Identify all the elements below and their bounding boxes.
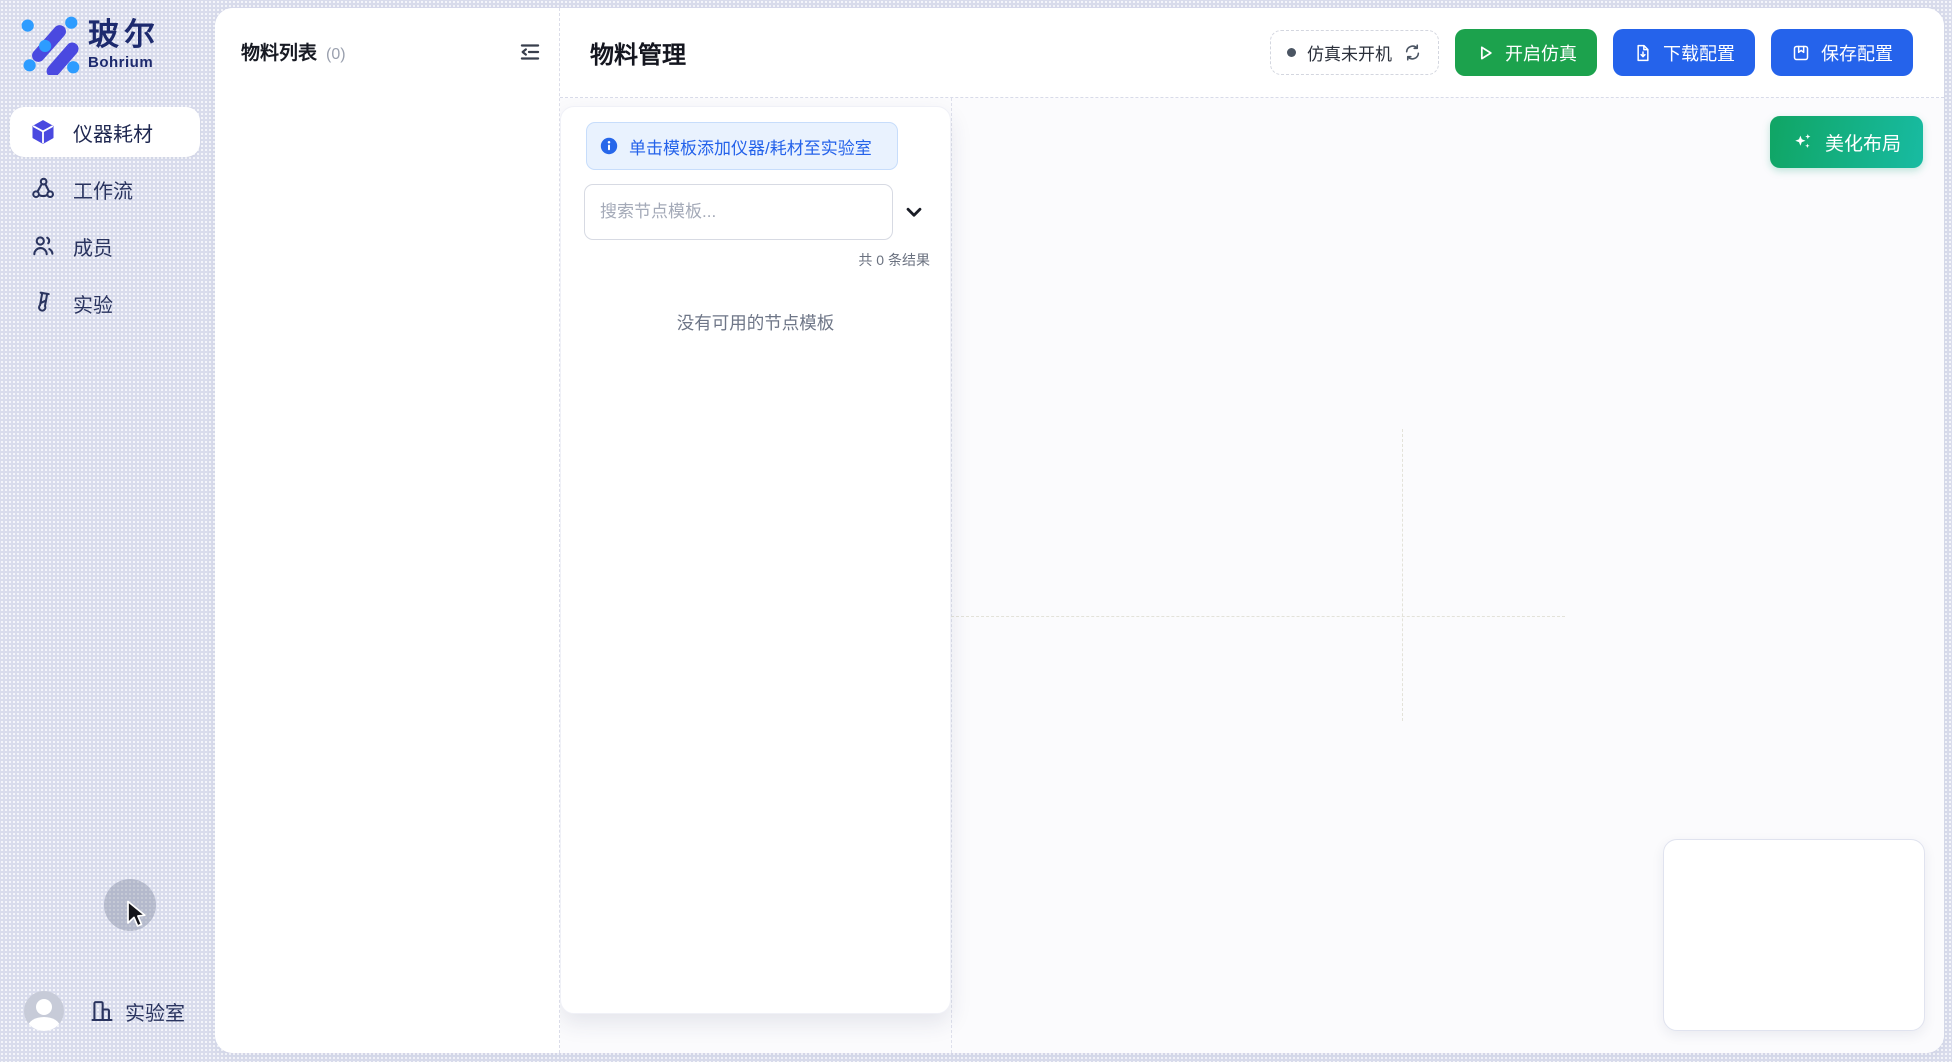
page-title: 物料管理 — [590, 35, 686, 70]
sidebar: 玻尔 Bohrium 仪器耗材 — [0, 0, 215, 1062]
collapse-panel-icon[interactable] — [517, 39, 543, 65]
canvas-guide-line — [1402, 429, 1403, 721]
bohrium-logo-icon — [18, 13, 80, 75]
status-dot-icon — [1287, 48, 1296, 57]
canvas-guide-line — [951, 616, 1565, 617]
template-hint-text: 单击模板添加仪器/耗材至实验室 — [629, 134, 872, 159]
header-actions: 仿真未开机 开启仿真 — [1270, 29, 1913, 76]
main-card: 物料列表 (0) 物料管理 仿真未开机 — [215, 8, 1944, 1053]
building-icon — [89, 998, 115, 1024]
content-column: 物料管理 仿真未开机 开启仿真 — [560, 8, 1944, 1053]
flow-canvas[interactable]: 单击模板添加仪器/耗材至实验室 共 0 条结果 没有可用的节点模板 美化布局 — [560, 98, 1944, 1053]
sidebar-item-label: 实验 — [73, 289, 113, 318]
empty-templates-text: 没有可用的节点模板 — [561, 310, 950, 335]
info-icon — [600, 137, 618, 155]
sidebar-item-instruments[interactable]: 仪器耗材 — [10, 107, 200, 157]
search-input[interactable] — [584, 184, 893, 240]
user-avatar[interactable] — [24, 991, 64, 1031]
sidebar-item-workflow[interactable]: 工作流 — [10, 164, 200, 214]
test-tube-icon — [30, 290, 56, 316]
node-template-panel: 单击模板添加仪器/耗材至实验室 共 0 条结果 没有可用的节点模板 — [560, 106, 951, 1014]
lab-switcher[interactable]: 实验室 — [89, 997, 185, 1026]
beautify-layout-label: 美化布局 — [1825, 129, 1901, 156]
canvas-guide-line — [951, 98, 952, 1053]
lab-label: 实验室 — [125, 997, 185, 1026]
save-config-button[interactable]: 保存配置 — [1771, 29, 1913, 76]
download-config-button[interactable]: 下载配置 — [1613, 29, 1755, 76]
material-list-header: 物料列表 (0) — [215, 8, 559, 65]
sidebar-footer: 实验室 — [24, 991, 185, 1031]
simulation-status-label: 仿真未开机 — [1307, 40, 1392, 65]
material-list-panel: 物料列表 (0) — [215, 8, 560, 1053]
beautify-layout-button[interactable]: 美化布局 — [1770, 116, 1923, 168]
refresh-icon[interactable] — [1403, 43, 1422, 62]
simulation-status-pill[interactable]: 仿真未开机 — [1270, 30, 1439, 75]
chevron-down-icon[interactable] — [901, 199, 929, 227]
sidebar-item-members[interactable]: 成员 — [10, 221, 200, 271]
sidebar-item-label: 工作流 — [73, 175, 133, 204]
sidebar-item-label: 仪器耗材 — [73, 118, 153, 147]
save-config-label: 保存配置 — [1821, 40, 1893, 66]
material-list-count: (0) — [326, 46, 346, 64]
file-download-icon — [1633, 43, 1653, 63]
brand-logo: 玻尔 Bohrium — [18, 13, 160, 75]
play-icon — [1475, 43, 1495, 63]
start-simulation-button[interactable]: 开启仿真 — [1455, 29, 1597, 76]
cube-icon — [30, 119, 56, 145]
mouse-cursor — [126, 900, 150, 930]
minimap[interactable] — [1663, 839, 1925, 1031]
save-icon — [1791, 43, 1811, 63]
sidebar-item-experiments[interactable]: 实验 — [10, 278, 200, 328]
start-simulation-label: 开启仿真 — [1505, 40, 1577, 66]
workflow-icon — [30, 176, 56, 202]
sparkles-icon — [1792, 131, 1814, 153]
brand-name-en: Bohrium — [88, 55, 160, 70]
users-icon — [30, 233, 56, 259]
material-list-title: 物料列表 — [241, 38, 317, 65]
sidebar-nav: 仪器耗材 工作流 — [0, 107, 215, 335]
download-config-label: 下载配置 — [1663, 40, 1735, 66]
template-hint-banner: 单击模板添加仪器/耗材至实验室 — [586, 122, 898, 170]
sidebar-item-label: 成员 — [73, 232, 113, 261]
brand-name-zh: 玻尔 — [88, 19, 160, 50]
page-header: 物料管理 仿真未开机 开启仿真 — [560, 8, 1944, 98]
result-count: 共 0 条结果 — [858, 250, 930, 270]
